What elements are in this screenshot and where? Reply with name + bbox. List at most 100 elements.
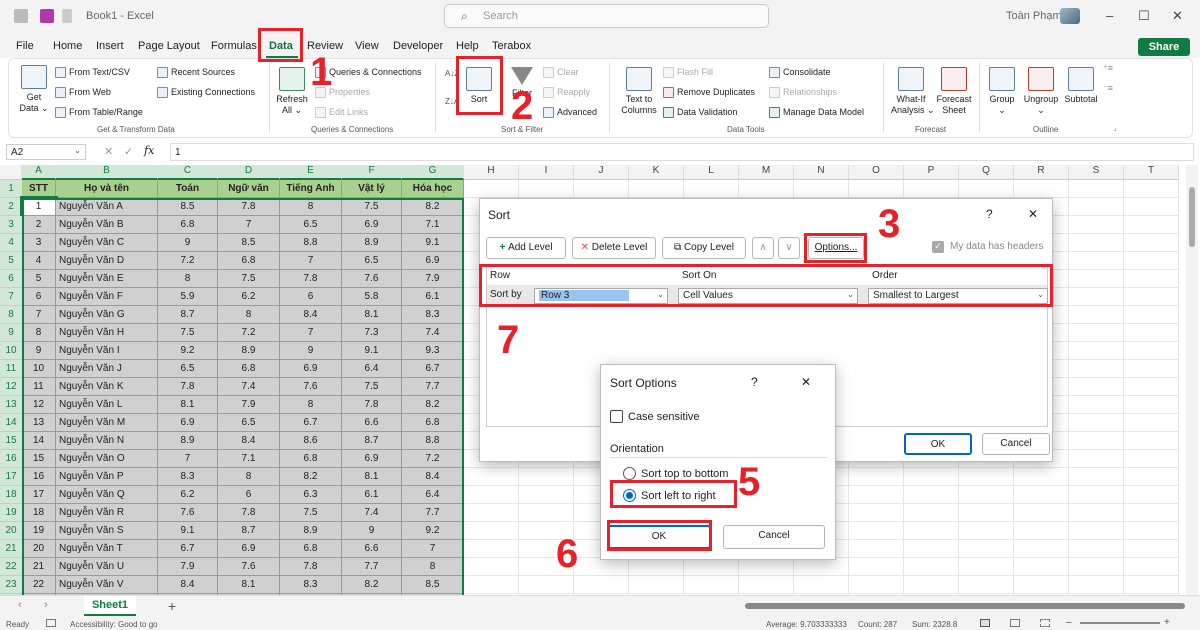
table-cell[interactable]: 8.5 [218,234,280,252]
empty-cell[interactable] [1069,252,1124,270]
table-cell[interactable]: 6 [22,288,56,306]
empty-cell[interactable] [1124,450,1179,468]
table-cell[interactable]: Nguyễn Văn Q [56,486,158,504]
table-cell[interactable]: 16 [22,468,56,486]
table-cell[interactable]: 18 [22,504,56,522]
table-cell[interactable]: 6.9 [218,540,280,558]
empty-cell[interactable] [904,486,959,504]
table-cell[interactable]: 6.5 [342,252,402,270]
empty-cell[interactable] [849,558,904,576]
empty-cell[interactable] [1069,270,1124,288]
column-header-E[interactable]: E [280,165,342,180]
table-cell[interactable]: 6 [280,288,342,306]
empty-cell[interactable] [904,558,959,576]
table-cell[interactable]: 13 [22,414,56,432]
table-cell[interactable]: 9.1 [402,234,464,252]
table-cell[interactable]: 9.1 [342,342,402,360]
row-header[interactable]: 13 [0,396,22,414]
table-cell[interactable]: 8.2 [402,396,464,414]
empty-cell[interactable] [1069,288,1124,306]
table-cell[interactable]: Nguyễn Văn S [56,522,158,540]
empty-cell[interactable] [1069,342,1124,360]
empty-cell[interactable] [1124,270,1179,288]
table-cell[interactable]: 9 [22,342,56,360]
empty-cell[interactable] [464,576,519,594]
empty-cell[interactable] [739,558,794,576]
empty-cell[interactable] [1124,342,1179,360]
table-cell[interactable]: 8 [218,468,280,486]
header-cell[interactable]: STT [22,180,56,198]
empty-cell[interactable] [1124,414,1179,432]
table-cell[interactable]: 8.8 [402,432,464,450]
column-header-R[interactable]: R [1014,165,1069,180]
table-cell[interactable]: 6.4 [342,360,402,378]
table-cell[interactable]: 6.9 [280,360,342,378]
table-cell[interactable]: 7.9 [218,396,280,414]
existing-connections-button[interactable]: Existing Connections [157,87,255,99]
empty-cell[interactable] [1069,504,1124,522]
table-cell[interactable]: 7.4 [218,378,280,396]
empty-cell[interactable] [1124,324,1179,342]
empty-cell[interactable] [1069,234,1124,252]
empty-cell[interactable] [904,576,959,594]
empty-cell[interactable] [519,180,574,198]
table-cell[interactable]: 7 [402,540,464,558]
table-cell[interactable]: 6.5 [280,216,342,234]
empty-cell[interactable] [904,180,959,198]
empty-cell[interactable] [1014,504,1069,522]
row-header[interactable]: 16 [0,450,22,468]
table-cell[interactable]: 8.2 [342,576,402,594]
ungroup-button[interactable]: Ungroup ⌄ [1021,67,1061,116]
empty-cell[interactable] [519,576,574,594]
row-header[interactable]: 22 [0,558,22,576]
maximize-button[interactable]: ☐ [1138,8,1150,24]
advanced-button[interactable]: Advanced [543,107,597,119]
table-cell[interactable]: 8.4 [280,306,342,324]
empty-cell[interactable] [959,504,1014,522]
table-cell[interactable]: Nguyễn Văn V [56,576,158,594]
table-cell[interactable]: 9.2 [158,342,218,360]
macro-record-icon[interactable] [46,619,56,627]
column-header-F[interactable]: F [342,165,402,180]
table-cell[interactable]: 7 [218,216,280,234]
column-header-C[interactable]: C [158,165,218,180]
empty-cell[interactable] [1069,450,1124,468]
empty-cell[interactable] [1069,306,1124,324]
table-cell[interactable]: 7.7 [402,504,464,522]
table-cell[interactable]: 22 [22,576,56,594]
empty-cell[interactable] [464,504,519,522]
header-cell[interactable]: Ngữ văn [218,180,280,198]
table-cell[interactable]: 8.3 [158,468,218,486]
table-cell[interactable]: 6.3 [280,486,342,504]
empty-cell[interactable] [1124,468,1179,486]
table-cell[interactable]: 6.9 [402,252,464,270]
table-cell[interactable]: 6.8 [280,540,342,558]
header-cell[interactable]: Hóa học [402,180,464,198]
table-cell[interactable]: 8.2 [280,468,342,486]
empty-cell[interactable] [1069,522,1124,540]
empty-cell[interactable] [904,540,959,558]
select-all-corner[interactable] [0,165,22,180]
empty-cell[interactable] [684,576,739,594]
table-cell[interactable]: 8 [22,324,56,342]
accept-formula-icon[interactable]: ✓ [124,145,133,158]
column-header-T[interactable]: T [1124,165,1179,180]
table-cell[interactable]: Nguyễn Văn I [56,342,158,360]
empty-cell[interactable] [1014,540,1069,558]
empty-cell[interactable] [739,576,794,594]
empty-cell[interactable] [794,558,849,576]
empty-cell[interactable] [629,576,684,594]
subtotal-button[interactable]: Subtotal [1061,67,1101,105]
table-cell[interactable]: 7.4 [342,504,402,522]
empty-cell[interactable] [1124,234,1179,252]
empty-cell[interactable] [519,468,574,486]
table-cell[interactable]: 6.9 [342,216,402,234]
consolidate-button[interactable]: Consolidate [769,67,831,79]
empty-cell[interactable] [1124,378,1179,396]
table-cell[interactable]: 21 [22,558,56,576]
table-cell[interactable]: 6.4 [402,486,464,504]
empty-cell[interactable] [904,522,959,540]
recent-sources-button[interactable]: Recent Sources [157,67,235,79]
table-cell[interactable]: 8.5 [402,576,464,594]
table-cell[interactable]: 6.8 [218,360,280,378]
